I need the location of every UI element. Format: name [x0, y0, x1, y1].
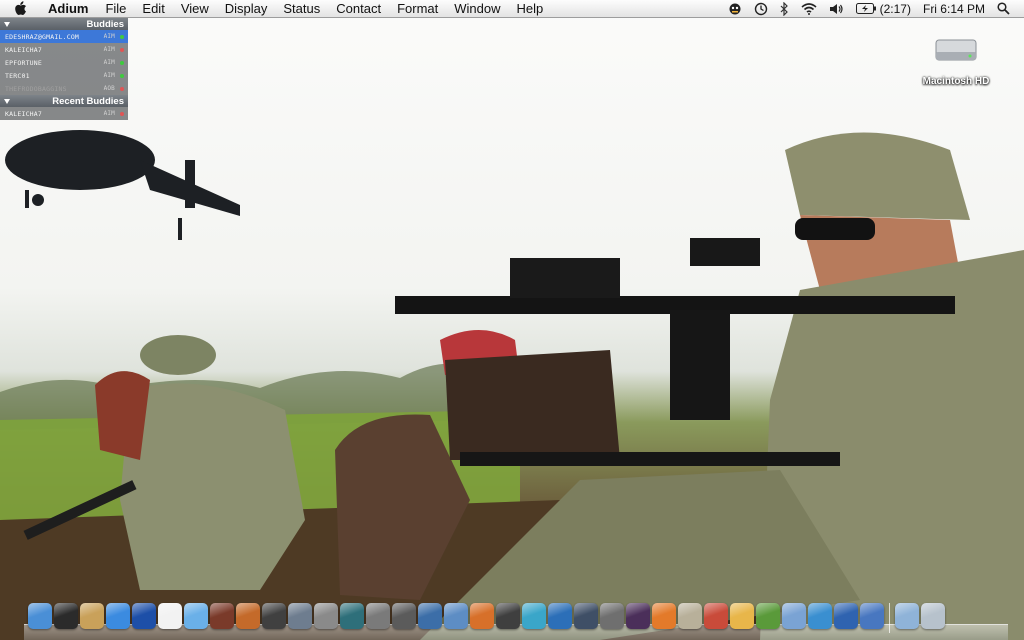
battery-status[interactable]: (2:17) — [850, 0, 917, 18]
guitar-icon[interactable] — [236, 603, 260, 629]
menu-app-adium[interactable]: Adium — [40, 0, 97, 18]
group-header-buddies[interactable]: Buddies — [0, 18, 128, 30]
menu-format[interactable]: Format — [389, 0, 446, 18]
menu-contact[interactable]: Contact — [328, 0, 389, 18]
box-icon[interactable] — [808, 603, 832, 629]
apple-menu-icon[interactable] — [14, 1, 28, 17]
buddy-row[interactable]: thefrodobaggins AOB — [0, 82, 128, 95]
dock — [24, 601, 1008, 640]
buddy-name: thefrodobaggins — [5, 84, 67, 93]
textedit-icon[interactable] — [158, 603, 182, 629]
itunes-icon[interactable] — [184, 603, 208, 629]
buddy-row[interactable]: terc01 AIM — [0, 69, 128, 82]
dvd-player-icon[interactable] — [262, 603, 286, 629]
buddy-name: kaleicha7 — [5, 45, 43, 54]
buddy-row[interactable]: edeshraz@gmail.com AIM — [0, 30, 128, 43]
hard-drive-icon[interactable] — [934, 36, 978, 66]
battery-time: (2:17) — [879, 1, 911, 16]
web-sharing-icon[interactable] — [860, 603, 884, 629]
buddy-row[interactable]: kaleicha7 AIM — [0, 43, 128, 56]
bluetooth-icon[interactable] — [774, 0, 795, 18]
wallpaper-image — [0, 130, 1024, 640]
utility-icon[interactable] — [574, 603, 598, 629]
dock-divider — [889, 603, 890, 633]
xcode-icon[interactable] — [444, 603, 468, 629]
group-title: Buddies — [86, 18, 124, 30]
group-title-recent: Recent Buddies — [52, 95, 124, 107]
menu-file[interactable]: File — [97, 0, 134, 18]
spotlight-icon[interactable] — [991, 0, 1016, 18]
volume-icon[interactable] — [823, 0, 850, 18]
buddy-service-label: AIM — [103, 46, 115, 53]
status-dot-icon — [120, 34, 124, 39]
buddy-list-window: Buddies edeshraz@gmail.com AIM kaleicha7 AI… — [0, 18, 128, 120]
ical-icon[interactable] — [392, 603, 416, 629]
books-icon[interactable] — [678, 603, 702, 629]
photo-booth-icon[interactable] — [210, 603, 234, 629]
status-dot-icon — [120, 111, 124, 116]
group-header-recent[interactable]: Recent Buddies — [0, 95, 128, 107]
buddy-row[interactable]: epfortune AIM — [0, 56, 128, 69]
buddy-name: terc01 — [5, 71, 30, 80]
disclosure-triangle-icon[interactable] — [4, 98, 10, 104]
mail-stamp-icon[interactable] — [80, 603, 104, 629]
safari-icon[interactable] — [106, 603, 130, 629]
menu-status[interactable]: Status — [275, 0, 328, 18]
display-icon[interactable] — [548, 603, 572, 629]
time-machine-icon[interactable] — [340, 603, 364, 629]
documents-folder-icon[interactable] — [895, 603, 919, 629]
terminal-icon[interactable] — [496, 603, 520, 629]
menu-window[interactable]: Window — [446, 0, 508, 18]
preview-icon[interactable] — [314, 603, 338, 629]
buddy-service-label: AOB — [103, 85, 115, 92]
status-dot-icon — [120, 73, 124, 78]
menu-extras: (2:17) Fri 6:14 PM — [722, 0, 1024, 18]
hard-drive-label[interactable]: Macintosh HD — [910, 76, 1002, 87]
menu-clock[interactable]: Fri 6:14 PM — [917, 0, 991, 18]
network-globe-icon[interactable] — [132, 603, 156, 629]
buddy-name: epfortune — [5, 58, 43, 67]
menu-help[interactable]: Help — [508, 0, 551, 18]
desktop: Macintosh HD — [0, 0, 1024, 640]
status-dot-icon — [120, 86, 124, 91]
buddy-service-label: AIM — [103, 59, 115, 66]
menu-view[interactable]: View — [173, 0, 217, 18]
sims-icon[interactable] — [756, 603, 780, 629]
buddy-name: kaleicha7 — [5, 109, 43, 118]
menu-edit[interactable]: Edit — [134, 0, 172, 18]
status-dot-icon — [120, 60, 124, 65]
adium-status-icon[interactable] — [722, 0, 748, 18]
buddy-service-label: AIM — [103, 110, 115, 117]
status-dot-icon — [120, 47, 124, 52]
burn-icon[interactable] — [704, 603, 728, 629]
finder-icon[interactable] — [28, 603, 52, 629]
expose-icon[interactable] — [288, 603, 312, 629]
firefox-icon[interactable] — [470, 603, 494, 629]
battery-icon — [855, 3, 876, 14]
menu-display[interactable]: Display — [217, 0, 276, 18]
buddy-name: edeshraz@gmail.com — [5, 32, 80, 41]
clipboard-icon[interactable] — [782, 603, 806, 629]
dashboard-icon[interactable] — [54, 603, 78, 629]
tools-icon[interactable] — [600, 603, 624, 629]
vlc-icon[interactable] — [652, 603, 676, 629]
time-machine-menu-icon[interactable] — [748, 0, 774, 18]
buddy-service-label: AIM — [103, 72, 115, 79]
system-preferences-icon[interactable] — [366, 603, 390, 629]
wifi-icon[interactable] — [795, 0, 823, 18]
buddy-row[interactable]: kaleicha7 AIM — [0, 107, 128, 120]
buddy-service-label: AIM — [103, 33, 115, 40]
application-icon[interactable] — [834, 603, 858, 629]
menu-bar: Adium File Edit View Display Status Cont… — [0, 0, 1024, 18]
airplane-icon[interactable] — [418, 603, 442, 629]
disclosure-triangle-icon[interactable] — [4, 21, 10, 27]
trash-icon[interactable] — [921, 603, 945, 629]
photoshop-icon[interactable] — [626, 603, 650, 629]
mail-at-icon[interactable] — [522, 603, 546, 629]
adium-duck-icon[interactable] — [730, 603, 754, 629]
